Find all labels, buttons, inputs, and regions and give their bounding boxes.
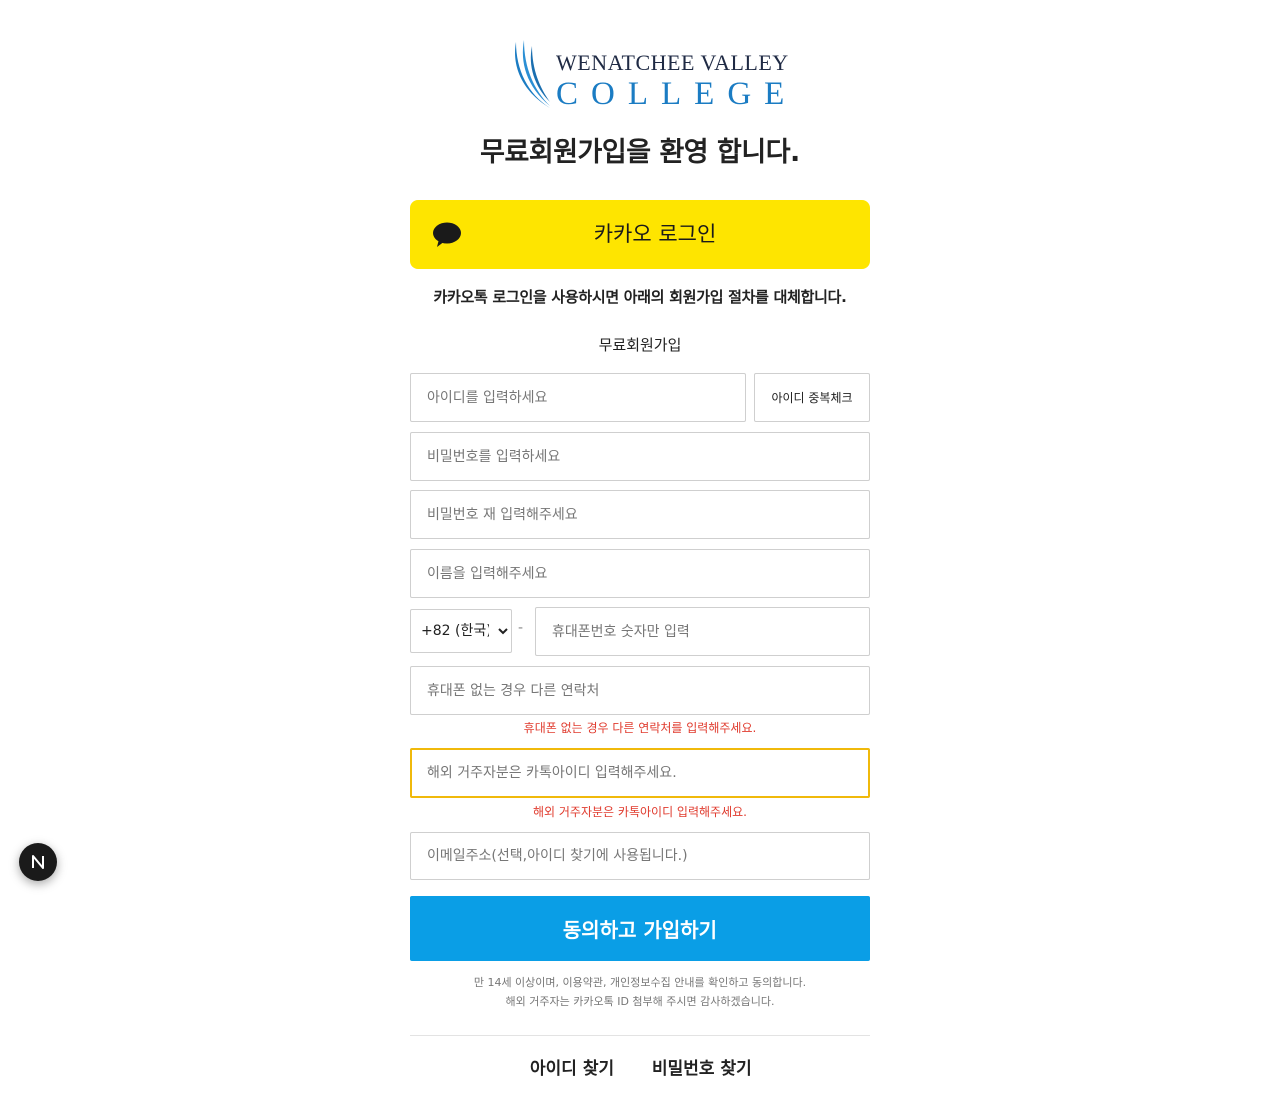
find-password-link[interactable]: 비밀번호 찾기 bbox=[652, 1054, 752, 1079]
n-logo-icon bbox=[32, 855, 44, 869]
divider bbox=[410, 1035, 870, 1036]
country-code-select[interactable]: +82 (한국) bbox=[410, 609, 512, 653]
terms-line-2: 해외 거주자는 카카오톡 ID 첨부해 주시면 감사하겠습니다. bbox=[505, 995, 775, 1008]
find-id-link[interactable]: 아이디 찾기 bbox=[530, 1054, 614, 1079]
phone-separator: - bbox=[518, 620, 524, 636]
kakao-login-note: 카카오톡 로그인을 사용하시면 아래의 회원가입 절차를 대체합니다. bbox=[433, 288, 847, 306]
signup-section-title: 무료회원가입 bbox=[598, 336, 682, 354]
phone-input[interactable] bbox=[535, 607, 870, 656]
agree-and-signup-button[interactable]: 동의하고 가입하기 bbox=[410, 896, 870, 961]
dev-badge-button[interactable] bbox=[19, 843, 57, 881]
kakao-login-button[interactable]: 카카오 로그인 bbox=[410, 200, 870, 269]
alt-contact-error: 휴대폰 없는 경우 다른 연락처를 입력해주세요. bbox=[523, 721, 757, 735]
email-input[interactable] bbox=[410, 832, 870, 880]
terms-line-1: 만 14세 이상이며, 이용약관, 개인정보수집 안내를 확인하고 동의합니다. bbox=[473, 976, 807, 989]
logo-line-1: WENATCHEE VALLEY bbox=[556, 50, 789, 75]
logo-line-2: COLLEGE bbox=[556, 76, 798, 112]
password-confirm-input[interactable] bbox=[410, 490, 870, 539]
logo-flame-icon bbox=[515, 40, 550, 108]
id-input[interactable] bbox=[410, 373, 746, 422]
page-title: 무료회원가입을 환영 합니다. bbox=[480, 137, 800, 168]
college-logo: WENATCHEE VALLEY COLLEGE bbox=[510, 38, 788, 112]
kakao-login-label: 카카오 로그인 bbox=[593, 222, 717, 246]
password-input[interactable] bbox=[410, 432, 870, 481]
kakao-id-error: 해외 거주자분은 카톡아이디 입력해주세요. bbox=[533, 805, 747, 819]
id-duplicate-check-button[interactable]: 아이디 중복체크 bbox=[754, 373, 870, 422]
alt-contact-input[interactable] bbox=[410, 666, 870, 715]
kakao-id-input[interactable] bbox=[410, 748, 870, 798]
name-input[interactable] bbox=[410, 549, 870, 598]
